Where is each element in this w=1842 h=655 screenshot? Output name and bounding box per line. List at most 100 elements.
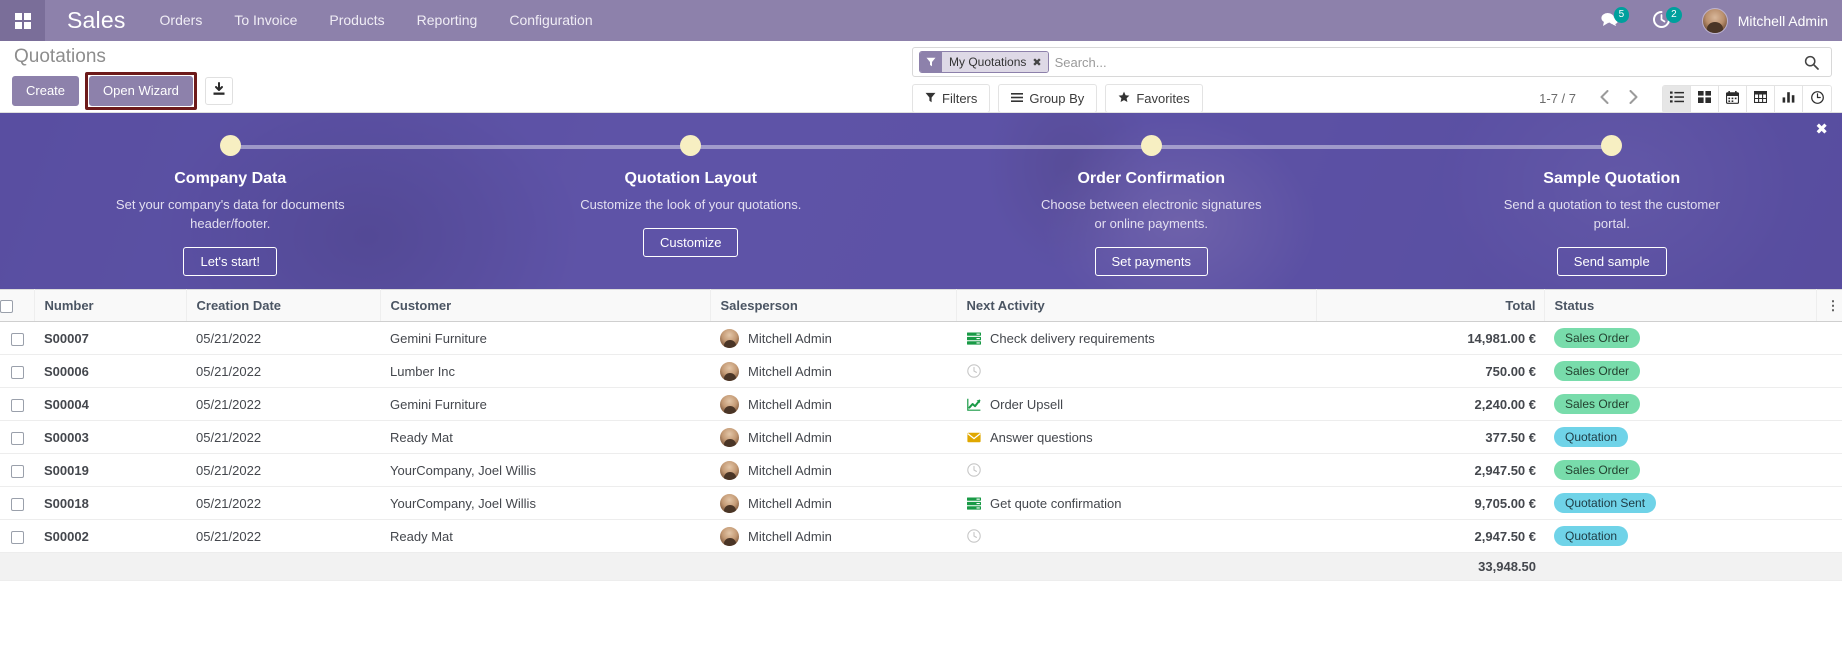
step-description: Set your company's data for documents he… xyxy=(115,197,345,232)
cell-options xyxy=(1816,486,1842,521)
cell-options xyxy=(1816,354,1842,389)
cell-total: 377.50 € xyxy=(1316,420,1544,455)
pager-next-button[interactable] xyxy=(1619,90,1648,107)
create-button[interactable]: Create xyxy=(12,75,80,106)
close-x-icon[interactable]: ✖ xyxy=(1030,52,1048,72)
step-action-send-sample[interactable]: Send sample xyxy=(1556,246,1667,276)
menu-orders[interactable]: Orders xyxy=(144,0,219,41)
cell-customer: YourCompany, Joel Willis xyxy=(380,486,710,521)
row-checkbox[interactable] xyxy=(10,497,24,511)
cell-next-activity: Get quote confirmation xyxy=(956,486,1316,521)
navbar-systray: 5 2 Mitchell Admin xyxy=(1589,0,1842,41)
row-checkbox[interactable] xyxy=(10,530,24,544)
status-badge: Quotation Sent xyxy=(1554,493,1657,514)
row-checkbox[interactable] xyxy=(10,332,24,346)
table-row[interactable]: S00004 05/21/2022 Gemini Furniture Mitch… xyxy=(0,387,1842,422)
step-dot-icon[interactable] xyxy=(219,135,241,156)
menu-reporting[interactable]: Reporting xyxy=(401,0,494,41)
open-wizard-button[interactable]: Open Wizard xyxy=(89,75,193,106)
salesperson-name: Mitchell Admin xyxy=(748,429,832,445)
view-button-list[interactable] xyxy=(1663,85,1691,112)
avatar xyxy=(720,328,739,348)
clock-icon[interactable] xyxy=(966,364,981,379)
step-dot-icon[interactable] xyxy=(680,135,702,156)
column-header-salesperson[interactable]: Salesperson xyxy=(710,288,957,323)
row-select-cell xyxy=(0,486,34,521)
select-all-checkbox[interactable] xyxy=(0,300,13,314)
cell-salesperson: Mitchell Admin xyxy=(710,420,956,455)
footer-cell-empty xyxy=(0,552,34,582)
column-header-total[interactable]: Total xyxy=(1316,288,1545,323)
step-action-customize[interactable]: Customize xyxy=(643,228,739,258)
search-facet-my-quotations[interactable]: My Quotations ✖ xyxy=(919,51,1049,73)
step-description: Choose between electronic signatures or … xyxy=(1041,197,1262,232)
clock-icon[interactable] xyxy=(966,529,981,544)
cell-salesperson: Mitchell Admin xyxy=(710,519,956,554)
search-bar[interactable]: My Quotations ✖ xyxy=(912,47,1832,77)
envelope-icon[interactable] xyxy=(966,430,981,445)
row-checkbox[interactable] xyxy=(10,365,24,379)
messages-menu-button[interactable]: 5 xyxy=(1589,0,1642,41)
cell-creation-date: 05/21/2022 xyxy=(186,519,380,554)
menu-configuration[interactable]: Configuration xyxy=(493,0,608,41)
view-button-kanban[interactable] xyxy=(1691,85,1719,112)
chart-line-icon[interactable] xyxy=(966,397,981,412)
step-dot-icon[interactable] xyxy=(1140,135,1162,156)
view-button-graph[interactable] xyxy=(1775,85,1803,112)
user-menu-button[interactable]: Mitchell Admin xyxy=(1694,7,1828,34)
cell-status: Quotation xyxy=(1544,420,1816,455)
row-checkbox[interactable] xyxy=(10,398,24,412)
activities-count-badge: 2 xyxy=(1666,7,1682,23)
favorites-dropdown-button[interactable]: Favorites xyxy=(1105,84,1203,113)
step-action-lets-start[interactable]: Let's start! xyxy=(183,246,278,276)
action-buttons: Create Open Wizard xyxy=(12,71,233,110)
cell-creation-date: 05/21/2022 xyxy=(186,321,380,356)
breadcrumb: Quotations xyxy=(14,46,106,67)
table-row[interactable]: S00007 05/21/2022 Gemini Furniture Mitch… xyxy=(0,321,1842,356)
column-header-customer[interactable]: Customer xyxy=(380,288,711,323)
view-button-pivot[interactable] xyxy=(1747,85,1775,112)
groupby-dropdown-button[interactable]: Group By xyxy=(998,84,1098,113)
view-button-calendar[interactable] xyxy=(1719,85,1747,112)
column-header-number[interactable]: Number xyxy=(34,288,187,323)
app-brand-sales[interactable]: Sales xyxy=(45,7,144,34)
menu-products[interactable]: Products xyxy=(313,0,400,41)
column-header-creation-date[interactable]: Creation Date xyxy=(186,288,381,323)
search-input[interactable] xyxy=(1052,54,1796,70)
search-icon[interactable] xyxy=(1796,55,1827,70)
table-row[interactable]: S00006 05/21/2022 Lumber Inc Mitchell Ad… xyxy=(0,354,1842,389)
step-connector-line xyxy=(1381,145,1612,149)
cell-number: S00004 xyxy=(34,387,186,422)
clock-icon[interactable] xyxy=(966,463,981,478)
filters-dropdown-button[interactable]: Filters xyxy=(912,84,991,113)
column-header-status[interactable]: Status xyxy=(1544,288,1817,323)
star-icon xyxy=(1118,90,1130,107)
table-row[interactable]: S00002 05/21/2022 Ready Mat Mitchell Adm… xyxy=(0,519,1842,554)
onboarding-step-order-confirmation: Order Confirmation Choose between electr… xyxy=(921,135,1382,289)
row-checkbox[interactable] xyxy=(10,431,24,445)
table-row[interactable]: S00019 05/21/2022 YourCompany, Joel Will… xyxy=(0,453,1842,488)
cell-next-activity: Answer questions xyxy=(956,420,1316,455)
step-dot-icon[interactable] xyxy=(1601,135,1623,156)
row-checkbox[interactable] xyxy=(10,464,24,478)
menu-to-invoice[interactable]: To Invoice xyxy=(218,0,313,41)
step-description: Customize the look of your quotations. xyxy=(580,197,802,213)
view-button-activity[interactable] xyxy=(1803,85,1831,112)
column-options-button[interactable]: ⋮ xyxy=(1816,288,1842,323)
table-row[interactable]: S00018 05/21/2022 YourCompany, Joel Will… xyxy=(0,486,1842,521)
column-header-next-activity[interactable]: Next Activity xyxy=(956,288,1317,323)
status-badge: Quotation xyxy=(1554,526,1629,547)
server-list-icon[interactable] xyxy=(966,496,981,511)
step-action-set-payments[interactable]: Set payments xyxy=(1094,246,1208,276)
status-badge: Sales Order xyxy=(1554,460,1641,481)
onboarding-step-company-data: Company Data Set your company's data for… xyxy=(0,135,461,289)
pager-previous-button[interactable] xyxy=(1590,90,1619,107)
activities-menu-button[interactable]: 2 xyxy=(1641,0,1694,41)
banner-close-icon[interactable]: ✖ xyxy=(1815,122,1828,137)
apps-menu-button[interactable] xyxy=(0,0,45,41)
export-button[interactable] xyxy=(204,76,233,105)
user-name-label: Mitchell Admin xyxy=(1737,12,1828,29)
table-row[interactable]: S00003 05/21/2022 Ready Mat Mitchell Adm… xyxy=(0,420,1842,455)
server-list-icon[interactable] xyxy=(966,331,981,346)
onboarding-steps: Company Data Set your company's data for… xyxy=(0,113,1842,289)
